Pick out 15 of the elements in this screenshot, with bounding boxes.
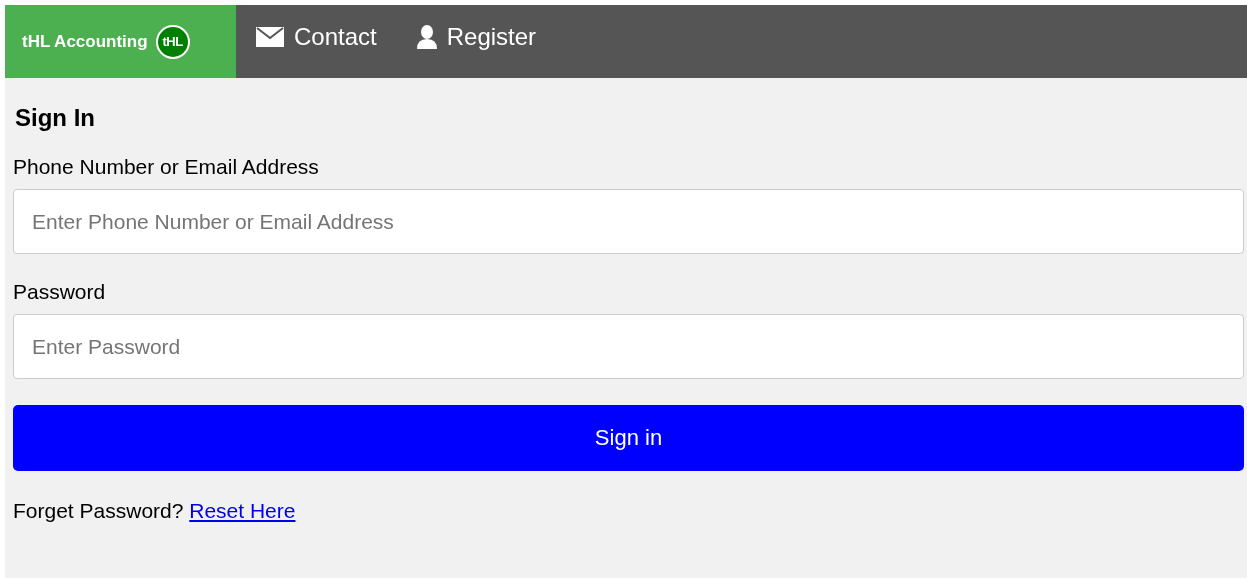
form-title: Sign In <box>15 104 96 132</box>
nav-link[interactable]: Contact <box>236 5 397 68</box>
input-field[interactable]: Enter Phone Number or Email Address <box>13 189 1244 254</box>
reset-link[interactable]: Reset Here <box>189 499 296 522</box>
nav-link[interactable]: Register <box>396 5 557 68</box>
brand-bar[interactable]: tHL Accounting tHL <box>5 5 236 78</box>
user-icon <box>416 24 437 49</box>
logo: tHL <box>155 24 190 59</box>
field-label: Password <box>13 280 107 304</box>
reset-sentence: Forget Password? Reset Here <box>13 499 297 523</box>
sign-in-button[interactable]: Sign in <box>13 405 1244 471</box>
input-field[interactable]: Enter Password <box>13 314 1244 379</box>
brand-name: tHL Accounting <box>22 31 148 52</box>
field-label: Phone Number or Email Address <box>13 155 320 179</box>
mail-icon <box>256 26 284 47</box>
